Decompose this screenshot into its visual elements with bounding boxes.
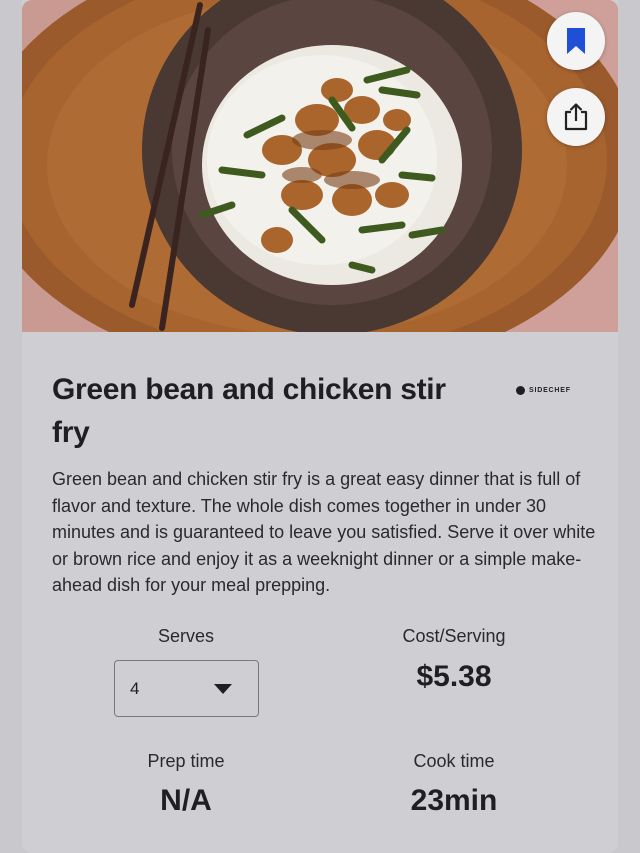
bookmark-icon — [567, 28, 585, 54]
title-row: Green bean and chicken stir fry SIDECHEF — [52, 368, 588, 452]
cost-serving-value: $5.38 — [416, 660, 492, 693]
caret-down-icon — [214, 684, 232, 694]
brand-name: SIDECHEF — [529, 387, 571, 394]
prep-time-label: Prep time — [147, 751, 225, 771]
serves-value: 4 — [130, 679, 140, 698]
serves-label: Serves — [157, 626, 215, 646]
share-icon — [564, 103, 588, 131]
recipe-title: Green bean and chicken stir fry — [52, 373, 446, 449]
brand-logo[interactable]: SIDECHEF — [516, 386, 571, 395]
recipe-description: Green bean and chicken stir fry is a gre… — [52, 469, 596, 595]
bookmark-button[interactable] — [547, 12, 605, 70]
recipe-hero-image — [22, 0, 618, 332]
cook-time-value: 23min — [410, 784, 498, 817]
recipe-card: Green bean and chicken stir fry SIDECHEF… — [22, 0, 618, 853]
recipe-details: Green bean and chicken stir fry SIDECHEF… — [22, 332, 618, 599]
recipe-stats: Serves 4 Cost/Serving $5.38 Prep time N/… — [22, 622, 618, 822]
serves-dropdown[interactable]: 4 — [114, 660, 259, 717]
prep-time-value: N/A — [160, 784, 212, 817]
sidechef-logo-icon — [516, 386, 525, 395]
cook-time-label: Cook time — [413, 751, 495, 771]
cost-serving-label: Cost/Serving — [402, 626, 506, 646]
share-button[interactable] — [547, 88, 605, 146]
